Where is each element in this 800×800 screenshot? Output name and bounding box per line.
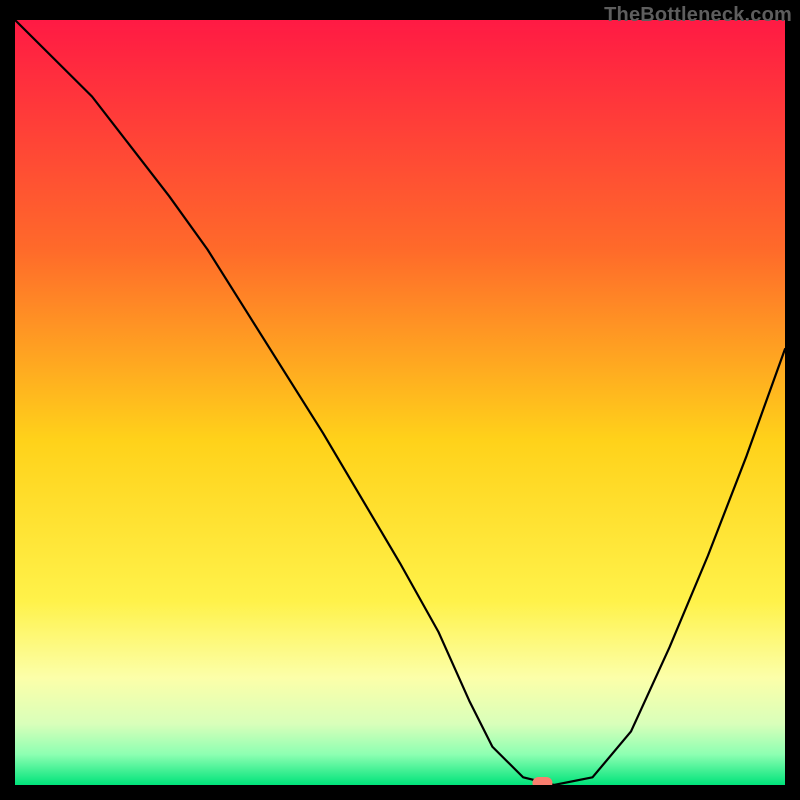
optimal-marker — [532, 777, 552, 785]
bottleneck-chart — [15, 20, 785, 785]
watermark-text: TheBottleneck.com — [604, 4, 792, 27]
chart-background — [15, 20, 785, 785]
chart-svg — [15, 20, 785, 785]
chart-container: TheBottleneck.com — [0, 0, 800, 800]
